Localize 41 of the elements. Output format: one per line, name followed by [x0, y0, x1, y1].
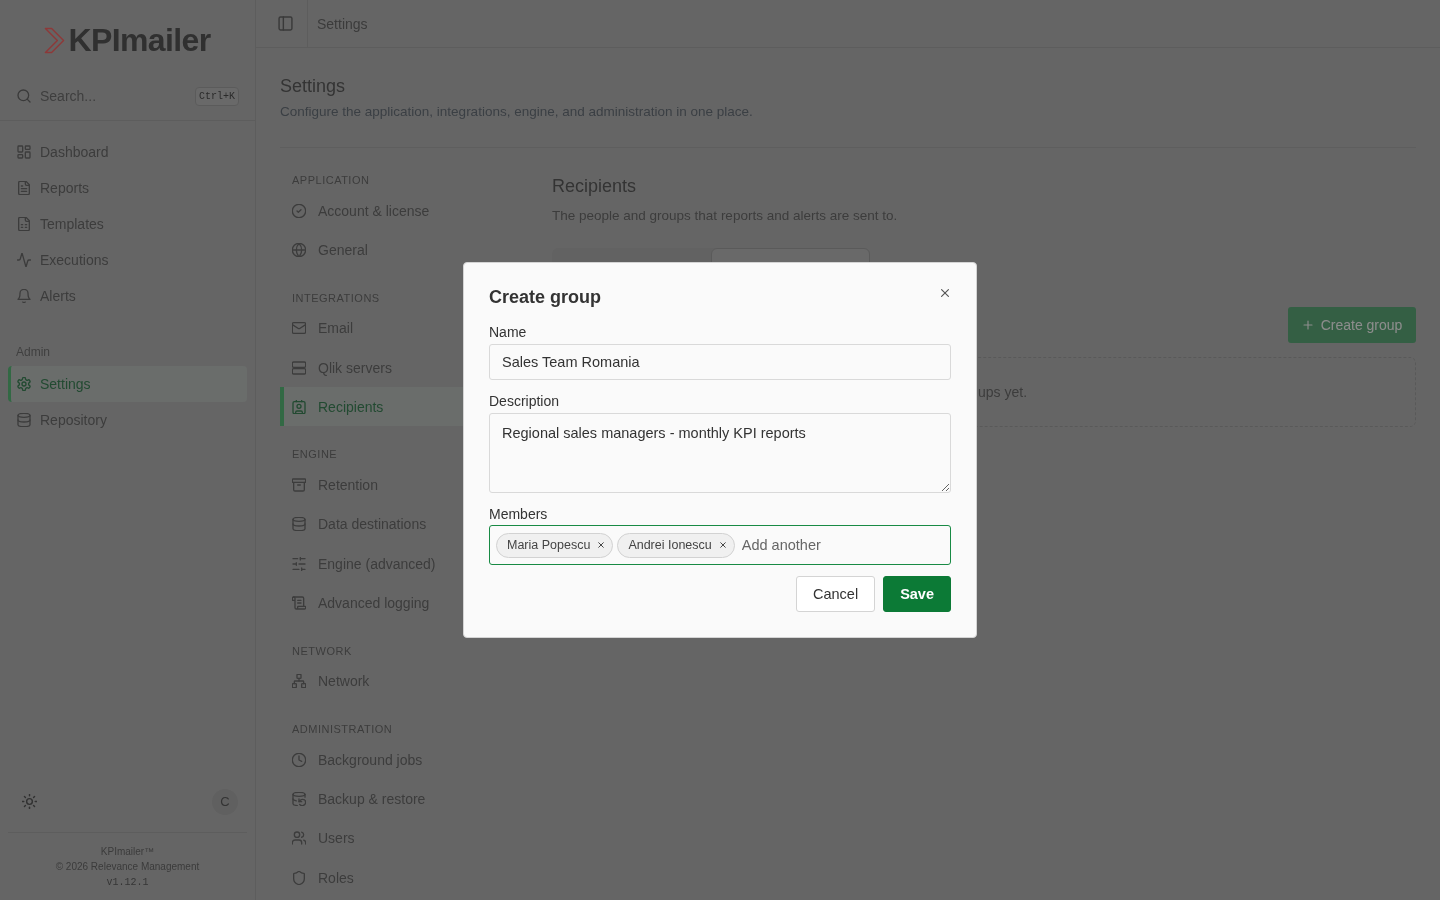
remove-icon[interactable]	[597, 541, 606, 549]
dashboard-grid-icon	[17, 145, 31, 159]
search-icon	[17, 89, 31, 103]
database-icon	[17, 413, 31, 427]
clock-icon	[292, 752, 306, 767]
archive-icon	[292, 478, 306, 493]
shortcut-hint: Ctrl+K	[195, 86, 239, 106]
tag-input-field[interactable]: Maria Popescu Andrei Ionescu Add another	[489, 525, 951, 565]
plus-icon	[1301, 319, 1314, 331]
text-input[interactable]: Sales Team Romania	[489, 344, 951, 380]
database-backup-icon	[292, 791, 306, 806]
save-button[interactable]: Save	[883, 576, 951, 612]
close-button[interactable]	[939, 287, 951, 299]
textarea-field[interactable]: Regional sales managers - monthly KPI reports	[489, 413, 951, 493]
member-chip[interactable]: Andrei Ionescu	[617, 532, 735, 558]
member-chip[interactable]: Maria Popescu	[496, 532, 614, 558]
globe-icon	[292, 242, 306, 257]
settings-icon	[17, 377, 31, 391]
panel-icon	[278, 16, 293, 31]
dialog-title: Create group	[489, 286, 602, 309]
database-icon	[292, 517, 306, 532]
document-icon	[17, 181, 31, 195]
sidebar-nav-item[interactable]: Settings	[8, 366, 247, 402]
bell-icon	[17, 289, 31, 303]
create-group-button[interactable]: Create group	[1288, 307, 1416, 343]
cancel-button[interactable]: Cancel	[796, 576, 876, 612]
field-label: Name	[489, 323, 527, 341]
users-icon	[292, 831, 306, 846]
contact-card-icon	[292, 399, 306, 414]
scroll-icon	[292, 596, 306, 610]
network-icon	[292, 674, 306, 689]
pulse-icon	[17, 253, 31, 267]
sliders-icon	[292, 556, 306, 571]
field-label: Members	[489, 505, 548, 523]
close-icon	[939, 287, 951, 299]
chevron-logo-icon	[44, 26, 66, 54]
spreadsheet-icon	[17, 217, 31, 231]
server-icon	[292, 360, 306, 375]
shield-icon	[292, 870, 306, 885]
remove-icon[interactable]	[718, 541, 727, 549]
mail-icon	[292, 321, 306, 336]
